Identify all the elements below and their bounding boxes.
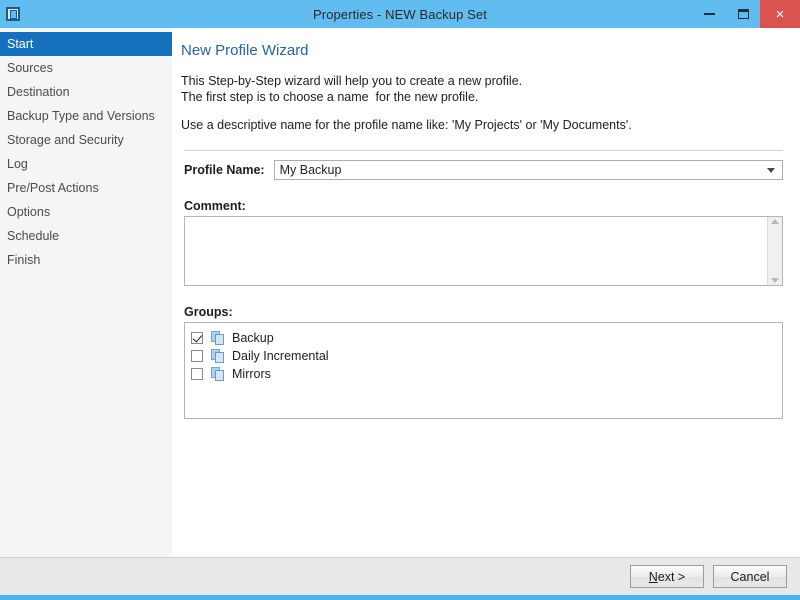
intro-text-line-2: The first step is to choose a name for t… xyxy=(181,90,479,104)
next-button-label: ext > xyxy=(657,569,686,584)
sidebar-item-backup-type-and-versions[interactable]: Backup Type and Versions xyxy=(0,104,172,128)
next-button[interactable]: Next > xyxy=(630,565,704,588)
next-button-accelerator: N xyxy=(648,569,658,584)
cancel-button[interactable]: Cancel xyxy=(713,565,787,588)
chevron-down-icon[interactable] xyxy=(767,167,775,173)
title-bar: Properties - NEW Backup Set × xyxy=(0,0,800,28)
sidebar-item-finish[interactable]: Finish xyxy=(0,248,172,272)
dialog-body: Start Sources Destination Backup Type an… xyxy=(0,28,800,557)
profile-name-combobox[interactable]: My Backup xyxy=(273,160,783,180)
sidebar-item-options[interactable]: Options xyxy=(0,200,172,224)
dialog-footer: Next > Cancel xyxy=(0,557,800,595)
sidebar-item-schedule[interactable]: Schedule xyxy=(0,224,172,248)
comment-input[interactable] xyxy=(185,217,767,285)
group-checkbox-backup[interactable] xyxy=(191,331,203,344)
properties-dialog-window: Properties - NEW Backup Set × Start Sour… xyxy=(0,0,800,600)
wizard-step-sidebar: Start Sources Destination Backup Type an… xyxy=(0,28,172,557)
intro-spacer xyxy=(181,105,786,117)
maximize-icon xyxy=(737,9,749,19)
wizard-content-panel: New Profile Wizard This Step-by-Step wiz… xyxy=(172,28,800,557)
profile-name-value: My Backup xyxy=(279,163,342,177)
sidebar-item-destination[interactable]: Destination xyxy=(0,80,172,104)
sidebar-item-start[interactable]: Start xyxy=(0,32,172,56)
list-item[interactable]: Backup xyxy=(191,329,782,346)
group-checkbox-daily-incremental[interactable] xyxy=(191,349,203,362)
pages-stack-icon xyxy=(211,348,225,363)
comment-scrollbar[interactable] xyxy=(767,217,782,285)
pages-stack-icon xyxy=(211,330,225,345)
profile-name-label: Profile Name: xyxy=(184,163,265,177)
section-divider xyxy=(184,150,783,151)
pages-stack-icon xyxy=(211,366,225,381)
group-label: Mirrors xyxy=(232,366,271,381)
sidebar-item-pre-post-actions[interactable]: Pre/Post Actions xyxy=(0,176,172,200)
list-item[interactable]: Daily Incremental xyxy=(191,347,782,364)
close-button[interactable]: × xyxy=(760,0,800,28)
profile-name-row: Profile Name: My Backup xyxy=(181,160,786,180)
app-window-icon xyxy=(6,7,20,21)
groups-label: Groups: xyxy=(184,305,233,319)
group-checkbox-mirrors[interactable] xyxy=(191,367,203,380)
window-title: Properties - NEW Backup Set xyxy=(313,6,487,22)
sidebar-item-log[interactable]: Log xyxy=(0,152,172,176)
list-item[interactable]: Mirrors xyxy=(191,365,782,382)
scroll-down-arrow-icon[interactable] xyxy=(771,278,779,283)
page-title: New Profile Wizard xyxy=(181,42,309,59)
close-icon: × xyxy=(775,5,785,23)
groups-list-box: Backup Daily Incremental Mirrors xyxy=(184,322,783,419)
comment-label: Comment: xyxy=(184,199,246,213)
intro-text-line-3: Use a descriptive name for the profile n… xyxy=(181,118,632,132)
group-label: Backup xyxy=(232,330,274,345)
minimize-icon xyxy=(703,13,715,15)
comment-textarea-wrapper xyxy=(184,216,783,286)
minimize-button[interactable] xyxy=(692,0,726,28)
window-controls: × xyxy=(692,0,800,28)
intro-text-line-1: This Step-by-Step wizard will help you t… xyxy=(181,74,523,88)
group-label: Daily Incremental xyxy=(232,348,329,363)
sidebar-item-storage-and-security[interactable]: Storage and Security xyxy=(0,128,172,152)
maximize-button[interactable] xyxy=(726,0,760,28)
sidebar-item-sources[interactable]: Sources xyxy=(0,56,172,80)
scroll-up-arrow-icon[interactable] xyxy=(771,219,779,224)
